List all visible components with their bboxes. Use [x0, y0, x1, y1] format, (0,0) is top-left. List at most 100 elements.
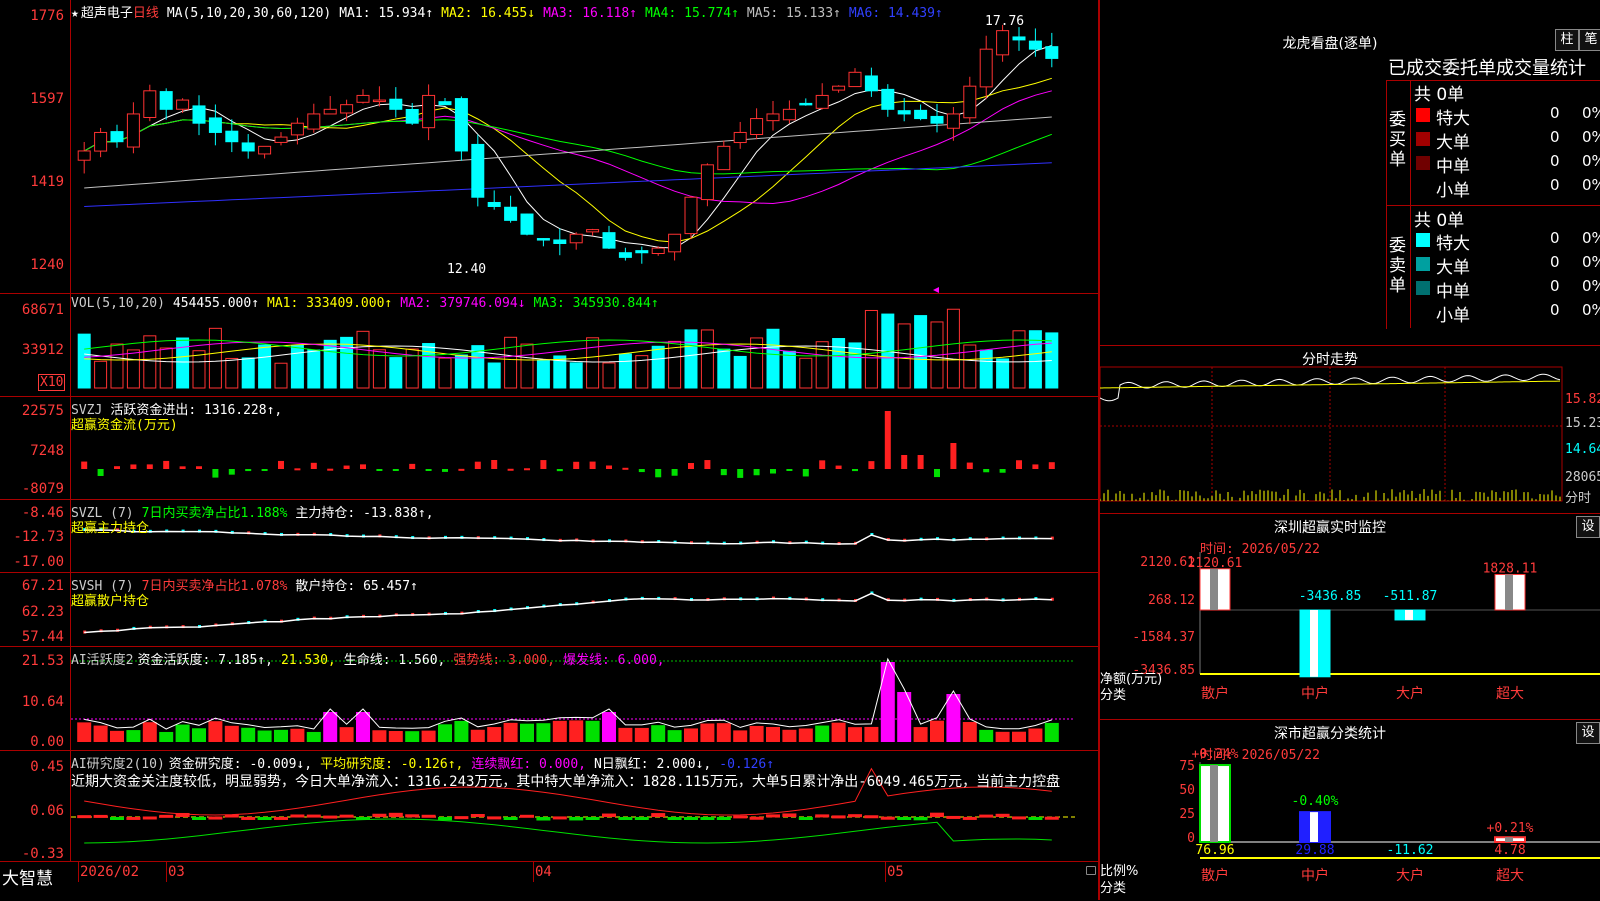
monitor-chart[interactable]: 2120.61268.12-1584.37-3436.852120.61散户-3… [1100, 514, 1600, 720]
volume-bar [897, 323, 911, 389]
candle [520, 213, 534, 235]
activity-bar [962, 722, 977, 742]
classify-value-label: -11.62 [1387, 843, 1434, 858]
research-bar [651, 813, 666, 817]
tab-filled[interactable]: 已成交 [1388, 58, 1442, 79]
kline-panel[interactable]: 1776 1597 1419 1240 ★ 超声电子日线 MA(5,10,20,30… [0, 0, 1098, 294]
candle [651, 247, 665, 255]
flow-bar [310, 462, 317, 469]
activity-bar [634, 727, 649, 742]
volume-bar [307, 349, 321, 389]
classify-chart[interactable]: 7550250+0.24%76.96散户-0.40%29.88中户-11.62大… [1100, 720, 1600, 901]
research-bar [962, 816, 977, 820]
flow-bar [458, 468, 465, 471]
ai-activity-panel[interactable]: 21.53 10.64 0.00 AI活跃度2 资金活跃度: 7.185↑, 21.… [0, 647, 1098, 751]
research-bar [126, 816, 141, 820]
ma2-value: MA2: 16.455↓ [441, 6, 536, 21]
candle [471, 143, 485, 198]
order-tabs: 已成交委托单成交量统计 [1388, 54, 1586, 80]
research-bar [864, 815, 879, 819]
activity-bar [536, 723, 551, 742]
volume-bar [356, 330, 370, 389]
research-bar [1028, 817, 1043, 820]
ma-line [84, 116, 1052, 189]
monitor-bar-shade [1405, 610, 1413, 620]
volume-bar [504, 336, 518, 389]
svsh-subtitle: 超赢散户持仓 [71, 594, 150, 609]
classify-value-label: 4.78 [1494, 843, 1525, 858]
order-count: 0 [1550, 229, 1560, 247]
color-swatch-icon [1416, 257, 1430, 271]
candle [996, 30, 1010, 56]
ai-lifeline: 生命线: 1.560, [343, 653, 446, 668]
activity-bar [995, 731, 1010, 742]
flow-bar [950, 443, 957, 469]
classify-value-label: 29.88 [1295, 843, 1334, 858]
order-pct: 0% [1582, 128, 1600, 146]
order-type: 大单 [1436, 133, 1470, 153]
volume-bar [618, 353, 632, 389]
tab-volume-stats[interactable]: 成交量统计 [1496, 58, 1586, 79]
activity-bar [487, 727, 502, 742]
order-pct: 0% [1582, 277, 1600, 295]
candle [799, 102, 813, 106]
tab-orders[interactable]: 委托单 [1442, 58, 1496, 79]
candle [389, 98, 403, 110]
intraday-panel[interactable]: 分时走势 15.82 15.23 14.64 28065 分时 [1100, 345, 1600, 514]
period-label[interactable]: 日线 [133, 6, 159, 21]
activity-bar [864, 726, 879, 742]
svzj-panel[interactable]: 22575 7248 -8079 SVZJ 活跃资金进出: 1316.228↑, … [0, 397, 1098, 500]
ai-research-panel[interactable]: 0.45 0.06 -0.33 AI研究度2(10) 资金研究度: -0.009↓… [0, 751, 1098, 862]
volume-panel[interactable]: 68671 33912 X10 VOL(5,10,20) 454455.000↑ M… [0, 294, 1098, 397]
favorite-star-icon[interactable]: ★ [71, 6, 79, 21]
svzl-panel[interactable]: -8.46 -12.73 -17.00 SVZL (7) 7日内买卖净占比1.18… [0, 500, 1098, 573]
research-bar [93, 814, 108, 818]
candle [1028, 40, 1042, 50]
tick-mode-button[interactable]: 笔 [1579, 29, 1600, 51]
research-bar [880, 816, 895, 820]
order-count: 0 [1550, 128, 1560, 146]
order-type: 小单 [1436, 306, 1470, 326]
bar-mode-button[interactable]: 柱 [1555, 29, 1579, 51]
research-bar [930, 812, 944, 817]
volume-ma2: MA2: 379746.094↓ [400, 296, 526, 311]
ma5-value: MA5: 15.133↑ [746, 6, 841, 21]
research-bar [815, 814, 830, 818]
monitor-tick: -1584.37 [1132, 630, 1195, 645]
ma4-value: MA4: 15.774↑ [645, 6, 739, 21]
order-count: 0 [1550, 277, 1560, 295]
order-table-column [1410, 80, 1411, 328]
volume-bar [438, 357, 452, 389]
flow-bar [770, 469, 776, 474]
volume-bar [126, 349, 140, 389]
svsh-panel[interactable]: 67.21 62.23 57.44 SVSH (7) 7日内买卖净占比1.078%… [0, 573, 1098, 647]
flow-bar [835, 465, 842, 469]
candle [372, 99, 386, 103]
volume-bar [832, 338, 846, 389]
activity-bar [241, 727, 256, 742]
classify-panel[interactable]: 深市超赢分类统计 设 时间: 2026/05/22 75 50 25 0 +0.24% 7… [1100, 719, 1600, 901]
dragon-tiger-title: 龙虎看盘(逐单) [1282, 36, 1378, 52]
lock-icon[interactable] [1086, 866, 1096, 875]
color-swatch-icon [1416, 108, 1430, 122]
candlestick-chart[interactable] [0, 0, 1098, 293]
candle [290, 122, 304, 136]
dragon-tiger-panel[interactable]: 龙虎看盘(逐单) 柱 笔 已成交委托单成交量统计 委买单 委卖单 共 0单 共 … [1100, 0, 1600, 345]
research-bar [831, 815, 846, 819]
candle [192, 105, 206, 124]
candle [618, 252, 632, 258]
monitor-panel[interactable]: 深圳超赢实时监控 设 时间: 2026/05/22 2120.61 268.12-… [1100, 513, 1600, 720]
flow-bar [868, 461, 875, 469]
activity-bar [930, 720, 944, 742]
color-swatch-icon [1416, 156, 1430, 170]
intraday-chart[interactable] [1100, 346, 1600, 514]
candle [307, 113, 321, 130]
flow-bar [966, 462, 973, 469]
intraday-tick: 15.82 [1565, 392, 1600, 407]
activity-bar [880, 662, 895, 742]
candle [422, 94, 436, 129]
classify-category: 中户 [1301, 867, 1329, 884]
volume-bar [323, 339, 337, 389]
activity-bar [749, 725, 764, 742]
flow-bar [130, 464, 137, 469]
